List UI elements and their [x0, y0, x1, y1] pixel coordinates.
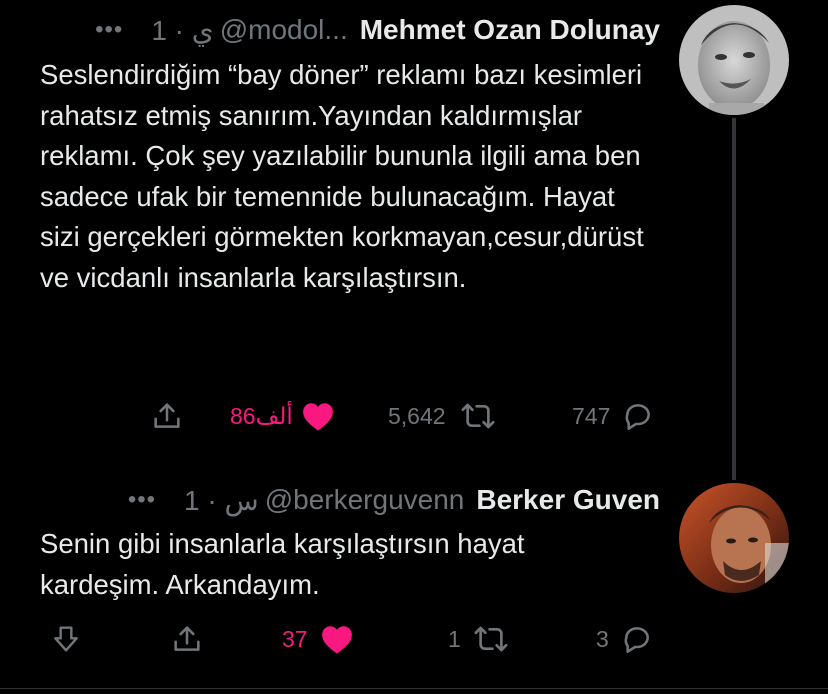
like-button[interactable]: 37	[282, 619, 354, 659]
share-icon	[170, 622, 204, 656]
retweet-button[interactable]: 1	[448, 619, 509, 659]
user-name[interactable]: Berker Guven	[476, 484, 660, 516]
tweet-actions: 37 1 3	[0, 619, 828, 659]
tweet-text: Senin gibi insanlarla karşılaştırsın hay…	[40, 528, 525, 600]
tweet-1[interactable]: ••• 1 · ي @modol... Mehmet Ozan Dolunay …	[0, 0, 828, 470]
share-icon	[150, 399, 184, 433]
retweet-count: 5,642	[388, 402, 446, 429]
heart-icon	[320, 623, 354, 655]
like-button[interactable]: 86ألف	[230, 396, 335, 436]
retweet-icon	[460, 400, 496, 432]
avatar[interactable]	[679, 5, 789, 115]
tweet-time[interactable]: 1 · س	[184, 484, 259, 517]
reply-button[interactable]: 747	[572, 396, 654, 436]
more-icon[interactable]: •••	[95, 16, 123, 44]
tweet-2[interactable]: ••• 1 · س @berkerguvenn Berker Guven Sen…	[0, 470, 828, 688]
tweet-actions: 86ألف 5,642 747	[0, 396, 828, 436]
reply-count: 3	[596, 625, 609, 652]
divider	[0, 688, 828, 689]
like-count: 37	[282, 625, 308, 652]
user-handle[interactable]: @berkerguvenn	[265, 484, 465, 516]
like-count: 86ألف	[230, 402, 293, 429]
heart-icon	[301, 400, 335, 432]
tweet-time[interactable]: 1 · ي	[151, 14, 213, 47]
user-handle[interactable]: @modol...	[220, 14, 348, 46]
retweet-icon	[473, 623, 509, 655]
more-icon[interactable]: •••	[128, 486, 156, 514]
retweet-button[interactable]: 5,642	[388, 396, 496, 436]
tweet-header: ••• 1 · س @berkerguvenn Berker Guven	[128, 482, 660, 518]
user-name[interactable]: Mehmet Ozan Dolunay	[360, 14, 660, 46]
tweet-header: ••• 1 · ي @modol... Mehmet Ozan Dolunay	[95, 12, 660, 48]
tweet-text: Seslendirdiğim “bay döner” reklamı bazı …	[40, 59, 644, 293]
reply-count: 747	[572, 402, 611, 429]
avatar[interactable]	[679, 483, 789, 593]
reply-icon	[622, 400, 654, 432]
reply-icon	[621, 623, 653, 655]
retweet-count: 1	[448, 625, 461, 652]
reply-button[interactable]: 3	[596, 619, 653, 659]
share-button[interactable]	[150, 396, 184, 436]
downvote-button[interactable]	[50, 619, 82, 659]
downvote-icon	[50, 623, 82, 655]
share-button[interactable]	[170, 619, 204, 659]
